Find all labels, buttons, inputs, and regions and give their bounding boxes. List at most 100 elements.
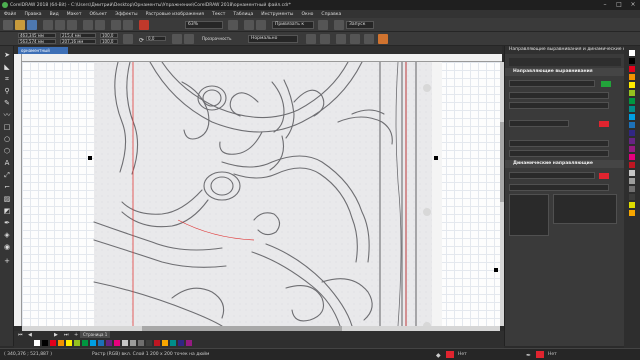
- new-document-icon[interactable]: [3, 20, 13, 30]
- width-field[interactable]: 215,4 мм: [60, 33, 96, 38]
- dynamic-angle-field[interactable]: [509, 184, 609, 191]
- add-tool-icon[interactable]: +: [2, 256, 12, 266]
- document-palette-swatch[interactable]: [138, 340, 144, 346]
- options-gear-icon[interactable]: [318, 20, 328, 30]
- palette-swatch[interactable]: [629, 162, 635, 168]
- document-palette-swatch[interactable]: [90, 340, 96, 346]
- palette-swatch[interactable]: [629, 138, 635, 144]
- undo-icon[interactable]: [83, 20, 93, 30]
- import-icon[interactable]: [111, 20, 121, 30]
- palette-swatch[interactable]: [629, 170, 635, 176]
- shape-tool-icon[interactable]: ◣: [2, 62, 12, 72]
- menu-view[interactable]: Вид: [48, 12, 65, 17]
- document-palette-swatch[interactable]: [98, 340, 104, 346]
- document-palette-swatch[interactable]: [178, 340, 184, 346]
- trace-bitmap-icon[interactable]: [320, 34, 330, 44]
- alignment-option-field[interactable]: [509, 80, 595, 87]
- menu-table[interactable]: Таблица: [231, 12, 259, 17]
- document-palette-swatch[interactable]: [42, 340, 48, 346]
- palette-swatch[interactable]: [629, 202, 635, 208]
- palette-swatch[interactable]: [629, 82, 635, 88]
- alignment-toggle[interactable]: [601, 81, 611, 87]
- zoom-level-select[interactable]: 63%: [185, 21, 223, 29]
- smart-fill-icon[interactable]: ◉: [2, 242, 12, 252]
- mirror-horizontal-icon[interactable]: [172, 34, 182, 44]
- launch-select[interactable]: Запуск: [346, 21, 374, 29]
- menu-file[interactable]: Файл: [2, 12, 22, 17]
- y-position-field[interactable]: 563,574 мм: [18, 39, 56, 44]
- dynamic-angles-list[interactable]: [509, 194, 549, 236]
- rulers-icon[interactable]: [244, 20, 254, 30]
- lock-ratio-icon[interactable]: [123, 34, 133, 44]
- polygon-tool-icon[interactable]: ⬡: [2, 146, 12, 156]
- freehand-tool-icon[interactable]: ✎: [2, 98, 12, 108]
- palette-swatch[interactable]: [629, 194, 635, 200]
- palette-swatch[interactable]: [629, 210, 635, 216]
- eyedropper-icon[interactable]: ✒: [2, 218, 12, 228]
- page-tab[interactable]: Страница 1: [80, 331, 110, 338]
- parallel-dimension-icon[interactable]: ⤢: [2, 170, 12, 180]
- bitmap-color-mask-icon[interactable]: [378, 34, 388, 44]
- palette-swatch[interactable]: [629, 106, 635, 112]
- launch-icon[interactable]: [334, 20, 344, 30]
- zoom-tool-icon[interactable]: ⚲: [2, 86, 12, 96]
- menu-bitmaps[interactable]: Растровые изображения: [144, 12, 210, 17]
- vertical-ruler[interactable]: [14, 54, 22, 326]
- paste-icon[interactable]: [67, 20, 77, 30]
- menu-help[interactable]: Справка: [319, 12, 347, 17]
- palette-swatch[interactable]: [629, 146, 635, 152]
- redo-icon[interactable]: [95, 20, 105, 30]
- grid-icon[interactable]: [256, 20, 266, 30]
- document-palette-swatch[interactable]: [170, 340, 176, 346]
- document-palette-swatch[interactable]: [122, 340, 128, 346]
- alignment-guides-header[interactable]: Направляющие выравнивания: [505, 68, 625, 76]
- mirror-vertical-icon[interactable]: [184, 34, 194, 44]
- alignment-gap-field[interactable]: [509, 150, 609, 157]
- publish-pdf-icon[interactable]: [139, 20, 149, 30]
- palette-swatch[interactable]: [629, 130, 635, 136]
- palette-swatch[interactable]: [629, 58, 635, 64]
- maximize-icon[interactable]: □: [612, 0, 626, 10]
- palette-swatch[interactable]: [629, 66, 635, 72]
- connector-tool-icon[interactable]: ⌐: [2, 182, 12, 192]
- palette-swatch[interactable]: [629, 114, 635, 120]
- transparency-tool-icon[interactable]: ◩: [2, 206, 12, 216]
- drawing-canvas[interactable]: [22, 62, 500, 326]
- menu-text[interactable]: Текст: [210, 12, 231, 17]
- alignment-margin-field[interactable]: [509, 92, 609, 99]
- minimize-icon[interactable]: –: [598, 0, 612, 10]
- palette-swatch[interactable]: [629, 50, 635, 56]
- export-icon[interactable]: [123, 20, 133, 30]
- document-palette-swatch[interactable]: [74, 340, 80, 346]
- document-tab[interactable]: орнаментный файл.cdr*: [18, 47, 68, 60]
- scale-y-field[interactable]: 100,0: [100, 39, 118, 44]
- document-palette-swatch[interactable]: [58, 340, 64, 346]
- angle-field[interactable]: 0,0: [146, 36, 166, 41]
- document-palette-swatch[interactable]: [154, 340, 160, 346]
- copy-icon[interactable]: [55, 20, 65, 30]
- menu-layout[interactable]: Макет: [65, 12, 88, 17]
- fill-swatch[interactable]: [446, 351, 454, 358]
- scale-x-field[interactable]: 100,0: [100, 33, 118, 38]
- open-folder-icon[interactable]: [15, 20, 25, 30]
- artistic-media-icon[interactable]: 〰: [2, 110, 12, 120]
- document-palette-swatch[interactable]: [146, 340, 152, 346]
- document-palette-swatch[interactable]: [66, 340, 72, 346]
- alignment-offset-field[interactable]: [509, 120, 569, 127]
- crop-bitmap-icon[interactable]: [350, 34, 360, 44]
- snap-to-select[interactable]: Привязать к: [272, 21, 314, 29]
- horizontal-ruler[interactable]: [22, 54, 502, 62]
- edit-bitmap-icon[interactable]: [306, 34, 316, 44]
- x-position-field[interactable]: 463,345 мм: [18, 33, 56, 38]
- transparency-mode-select[interactable]: Нормально: [248, 35, 298, 43]
- document-palette-swatch[interactable]: [114, 340, 120, 346]
- palette-swatch[interactable]: [629, 154, 635, 160]
- alignment-distance-field[interactable]: [509, 102, 609, 109]
- drop-shadow-icon[interactable]: ▨: [2, 194, 12, 204]
- crop-tool-icon[interactable]: ⌗: [2, 74, 12, 84]
- palette-swatch[interactable]: [629, 74, 635, 80]
- rectangle-tool-icon[interactable]: □: [2, 122, 12, 132]
- dynamic-guides-header[interactable]: Динамические направляющие: [505, 160, 625, 168]
- alignment-color-swatch[interactable]: [599, 121, 609, 127]
- close-icon[interactable]: ×: [626, 0, 640, 10]
